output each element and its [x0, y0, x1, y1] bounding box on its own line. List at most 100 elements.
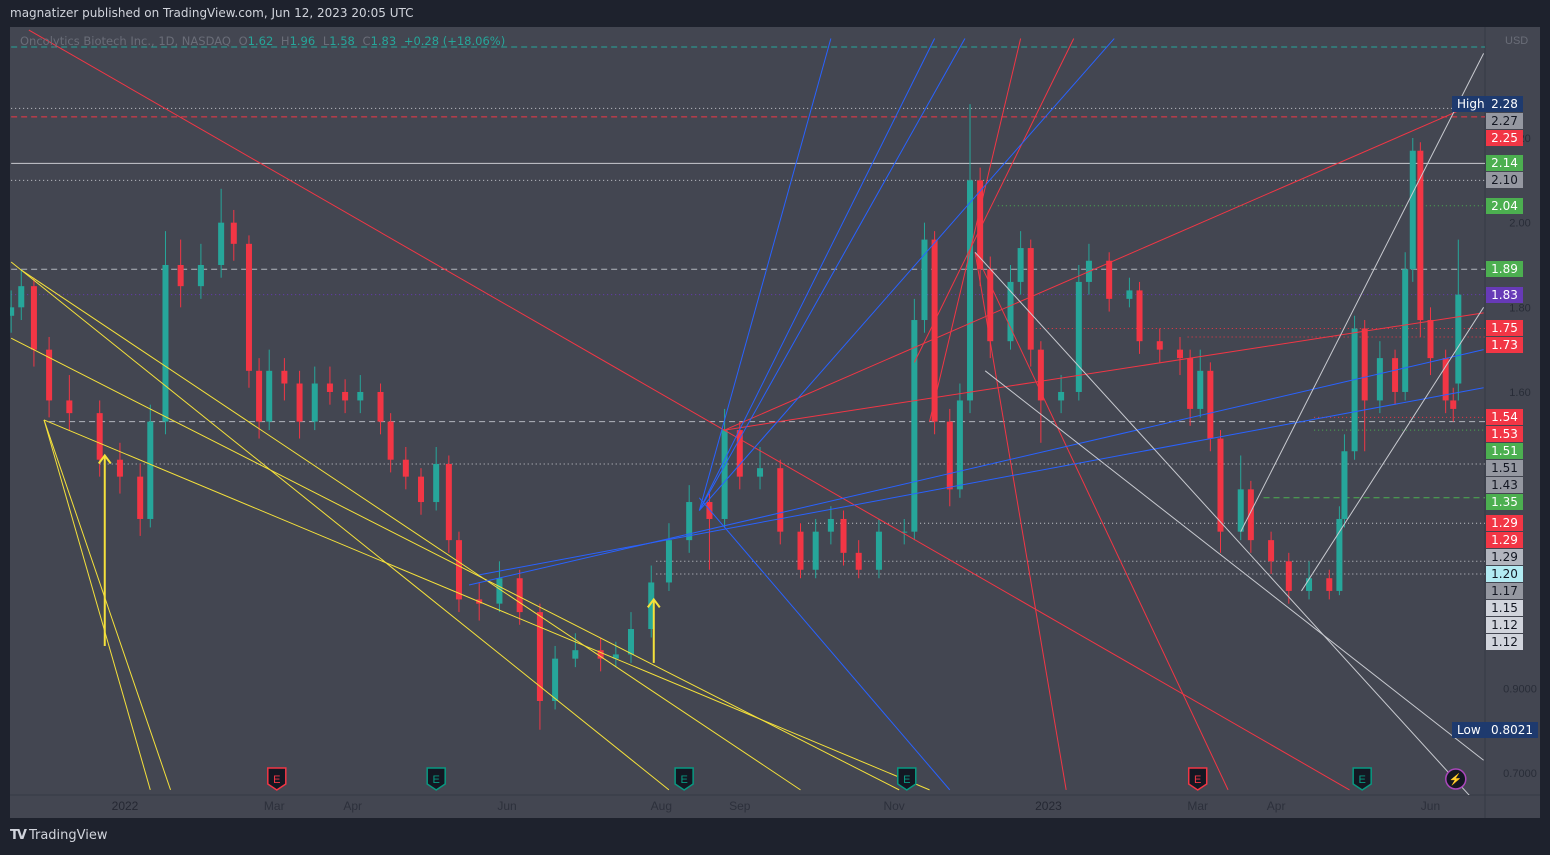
candle-body: [1247, 489, 1254, 541]
close-label: C: [362, 34, 371, 48]
time-label: Mar: [1187, 799, 1208, 813]
candle-body: [1268, 540, 1275, 562]
low-value-label: 0.8021: [1486, 721, 1538, 738]
tradingview-brand[interactable]: TV TradingView: [10, 828, 107, 843]
price-axis-label: 1.12: [1486, 617, 1523, 634]
high-tag: High: [1452, 96, 1490, 113]
candle-body: [357, 391, 364, 401]
candle-body: [418, 476, 425, 503]
price-axis-label: 1.15: [1486, 600, 1523, 617]
candle-body: [445, 463, 452, 541]
price-axis-label: 1.12: [1486, 634, 1523, 651]
open-value: 1.62: [247, 34, 274, 48]
time-label: 2023: [1035, 799, 1062, 813]
candle-body: [1392, 358, 1399, 392]
price-chart[interactable]: EEEEEE⚡ 2.202.001.801.600.90000.70002022…: [0, 0, 1550, 855]
candle-body: [721, 430, 728, 519]
trend-line: [468, 349, 1484, 586]
candle-body: [1285, 561, 1292, 591]
trend-line: [974, 252, 1067, 790]
trend-line: [724, 312, 1484, 431]
candle-body: [1341, 451, 1348, 519]
event-label: E: [273, 774, 280, 786]
event-label: E: [680, 774, 687, 786]
price-axis-label: 1.54: [1486, 409, 1523, 426]
candle-body: [1017, 248, 1024, 282]
trend-line: [1301, 307, 1485, 592]
trend-line: [10, 337, 900, 791]
candle-body: [1187, 358, 1194, 409]
candle-body: [387, 421, 394, 460]
low-value: 1.58: [329, 34, 355, 48]
candle-body: [1306, 578, 1313, 591]
candle-body: [552, 658, 559, 701]
time-label: Nov: [883, 799, 904, 813]
time-label: Apr: [343, 799, 362, 813]
close-value: 1.83: [370, 34, 397, 48]
trend-line: [929, 38, 1022, 422]
candle-body: [1376, 358, 1383, 401]
symbol-name: Oncolytics Biotech Inc., 1D, NASDAQ: [20, 34, 231, 48]
candle-body: [1402, 269, 1409, 392]
open-label: O: [238, 34, 248, 48]
candle-body: [572, 650, 579, 659]
time-label: Mar: [264, 799, 285, 813]
price-axis-label: 2.10: [1486, 172, 1523, 189]
time-label: Apr: [1267, 799, 1286, 813]
candle-body: [1156, 341, 1163, 350]
candle-body: [1450, 400, 1457, 409]
price-axis-label: 2.27: [1486, 113, 1523, 130]
change-value: +0.28 (+18.06%): [403, 34, 506, 48]
candle-body: [455, 540, 462, 600]
trend-line: [724, 99, 1484, 431]
time-label: Sep: [729, 799, 751, 813]
price-axis-label: 2.28: [1486, 96, 1523, 113]
price-axis-label: 1.83: [1486, 286, 1523, 303]
candle-body: [1336, 518, 1343, 591]
trend-line: [974, 252, 1229, 791]
price-axis-label: 1.29: [1486, 549, 1523, 566]
symbol-legend: Oncolytics Biotech Inc., 1D, NASDAQ O1.6…: [20, 34, 505, 48]
high-label: H: [280, 34, 290, 48]
price-axis-label: 1.51: [1486, 443, 1523, 460]
trend-line: [43, 419, 151, 791]
currency-label: USD: [1505, 35, 1528, 47]
time-label: Aug: [651, 799, 672, 813]
candle-body: [956, 400, 963, 490]
candle-body: [1058, 391, 1065, 401]
price-axis-label: 1.29: [1486, 532, 1523, 549]
candle-body: [1409, 150, 1416, 270]
price-axis-label: 2.04: [1486, 197, 1523, 214]
candle-body: [1417, 150, 1424, 321]
price-axis-label: 1.35: [1486, 494, 1523, 511]
price-axis-label: 1.17: [1486, 583, 1523, 600]
trend-line: [28, 29, 1350, 791]
price-axis-label: 1.43: [1486, 477, 1523, 494]
candle-body: [1106, 260, 1113, 299]
candle-body: [840, 518, 847, 553]
candle-body: [256, 370, 263, 422]
event-label: E: [1194, 774, 1201, 786]
price-axis-label: 1.20: [1486, 566, 1523, 583]
trend-line: [913, 38, 1075, 363]
candle-body: [911, 320, 918, 532]
candle-body: [197, 264, 204, 287]
time-label: Jun: [497, 799, 516, 813]
candle-body: [326, 383, 333, 392]
price-axis-label: 1.29: [1486, 515, 1523, 532]
candle-body: [177, 264, 184, 287]
event-label: ⚡: [1449, 773, 1463, 786]
candle-body: [137, 476, 144, 519]
candle-body: [1217, 438, 1224, 532]
candle-body: [797, 531, 804, 570]
event-label: E: [903, 774, 910, 786]
price-tick: 2.00: [1509, 218, 1530, 230]
price-axis-label: 2.25: [1486, 130, 1523, 147]
candle-body: [1351, 328, 1358, 452]
candle-body: [147, 421, 154, 519]
candle-body: [757, 468, 764, 477]
candle-body: [1455, 294, 1462, 384]
candle-body: [827, 518, 834, 532]
candle-body: [628, 629, 634, 655]
candle-body: [516, 578, 523, 613]
